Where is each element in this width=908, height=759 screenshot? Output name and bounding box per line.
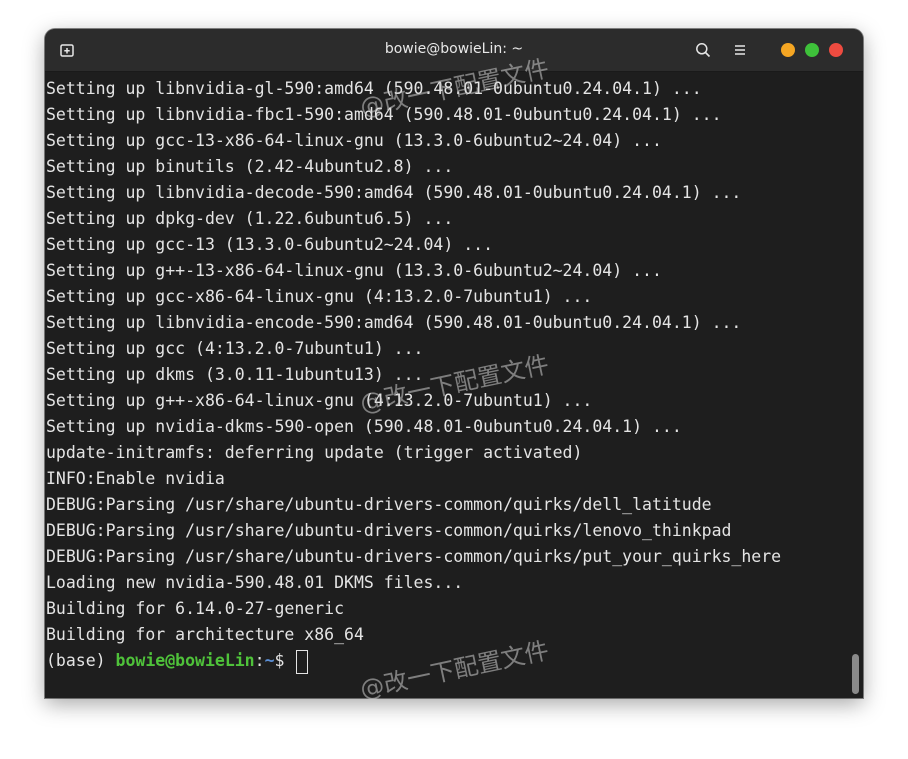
terminal-line: Setting up dpkg-dev (1.22.6ubuntu6.5) ..…	[46, 209, 454, 228]
terminal-line: Setting up gcc-13 (13.3.0-6ubuntu2~24.04…	[46, 235, 494, 254]
prompt-symbol: $	[274, 651, 295, 670]
hamburger-menu-icon[interactable]	[732, 42, 748, 58]
terminal-line: Setting up gcc-x86-64-linux-gnu (4:13.2.…	[46, 287, 593, 306]
prompt-colon: :	[254, 651, 265, 670]
terminal-line: Setting up libnvidia-encode-590:amd64 (5…	[46, 313, 742, 332]
terminal-line: Setting up nvidia-dkms-590-open (590.48.…	[46, 417, 682, 436]
terminal-line: Setting up libnvidia-decode-590:amd64 (5…	[46, 183, 742, 202]
terminal-line: INFO:Enable nvidia	[46, 469, 225, 488]
prompt-path: ~	[264, 651, 275, 670]
terminal-line: DEBUG:Parsing /usr/share/ubuntu-drivers-…	[46, 495, 712, 514]
terminal-line: DEBUG:Parsing /usr/share/ubuntu-drivers-…	[46, 547, 782, 566]
minimize-button[interactable]	[781, 43, 795, 57]
close-button[interactable]	[829, 43, 843, 57]
terminal-line: Loading new nvidia-590.48.01 DKMS files.…	[46, 573, 464, 592]
terminal-line: Building for architecture x86_64	[46, 625, 364, 644]
terminal-line: DEBUG:Parsing /usr/share/ubuntu-drivers-…	[46, 521, 732, 540]
search-icon[interactable]	[695, 42, 711, 58]
maximize-button[interactable]	[805, 43, 819, 57]
terminal-line: Building for 6.14.0-27-generic	[46, 599, 345, 618]
text-cursor	[296, 649, 309, 674]
prompt-env: (base)	[46, 651, 116, 670]
scrollbar-thumb[interactable]	[852, 654, 859, 694]
terminal-line: Setting up gcc-13-x86-64-linux-gnu (13.3…	[46, 131, 662, 150]
prompt-user-host: bowie@bowieLin	[115, 651, 255, 670]
terminal-line: Setting up gcc (4:13.2.0-7ubuntu1) ...	[46, 339, 424, 358]
terminal-line: update-initramfs: deferring update (trig…	[46, 443, 583, 462]
terminal-line: Setting up g++-13-x86-64-linux-gnu (13.3…	[46, 261, 662, 280]
title-bar[interactable]: bowie@bowieLin: ~	[45, 29, 863, 72]
terminal-line: Setting up binutils (2.42-4ubuntu2.8) ..…	[46, 157, 454, 176]
